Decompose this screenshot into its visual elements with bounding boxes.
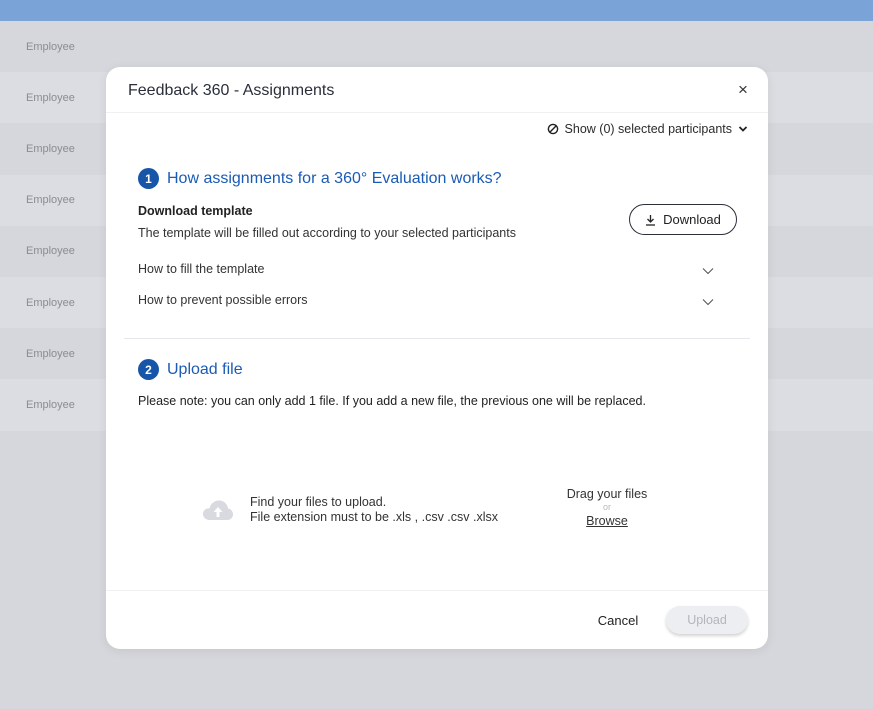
footer-divider xyxy=(106,590,768,591)
chevron-down-icon xyxy=(702,267,714,274)
drag-files-label: Drag your files xyxy=(566,487,648,501)
cancel-button[interactable]: Cancel xyxy=(586,606,650,634)
accordion-prevent-errors[interactable]: How to prevent possible errors xyxy=(138,289,718,311)
step-number-badge: 1 xyxy=(138,168,159,189)
close-icon: × xyxy=(738,80,748,99)
top-bar xyxy=(0,0,873,21)
download-button[interactable]: Download xyxy=(629,204,737,235)
cell-role: Employee xyxy=(26,142,75,155)
browse-link[interactable]: Browse xyxy=(586,514,628,528)
cloud-upload-icon xyxy=(203,500,233,520)
step-number-badge: 2 xyxy=(138,359,159,380)
cell-role: Employee xyxy=(26,245,75,258)
close-button[interactable]: × xyxy=(734,80,752,100)
accordion-label: How to prevent possible errors xyxy=(138,293,308,307)
table-row: Employee xyxy=(0,21,873,72)
download-icon xyxy=(646,214,656,226)
modal-header: Feedback 360 - Assignments × xyxy=(106,67,768,113)
file-requirements: Find your files to upload. File extensio… xyxy=(250,495,498,525)
file-extension-text: File extension must to be .xls , .csv .c… xyxy=(250,510,498,524)
find-files-text: Find your files to upload. xyxy=(250,495,387,509)
hide-icon xyxy=(547,123,558,135)
show-selected-participants-toggle[interactable]: Show (0) selected participants xyxy=(547,122,748,136)
cell-role: Employee xyxy=(26,91,75,104)
or-label: or xyxy=(602,502,611,512)
upload-button[interactable]: Upload xyxy=(666,606,748,634)
accordion-fill-template[interactable]: How to fill the template xyxy=(138,258,718,280)
drag-drop-area: Drag your files or Browse xyxy=(552,487,662,530)
cell-role: Employee xyxy=(26,40,75,53)
file-dropzone[interactable]: Find your files to upload. File extensio… xyxy=(202,487,647,537)
accordion-label: How to fill the template xyxy=(138,262,265,276)
download-template-title: Download template xyxy=(138,204,253,218)
cell-role: Employee xyxy=(26,194,75,207)
step-2-header: 2 Upload file xyxy=(138,359,243,380)
show-selected-label: Show (0) selected participants xyxy=(564,122,732,136)
assignments-modal: Feedback 360 - Assignments × Show (0) se… xyxy=(106,67,768,649)
chevron-down-icon xyxy=(738,126,748,132)
step-1-header: 1 How assignments for a 360° Evaluation … xyxy=(138,168,502,189)
section-divider xyxy=(124,338,750,339)
chevron-down-icon xyxy=(702,298,714,305)
cell-role: Employee xyxy=(26,347,75,360)
upload-note: Please note: you can only add 1 file. If… xyxy=(138,394,646,408)
download-template-description: The template will be filled out accordin… xyxy=(138,226,516,240)
modal-title: Feedback 360 - Assignments xyxy=(128,82,335,99)
step-title: How assignments for a 360° Evaluation wo… xyxy=(167,169,502,187)
download-label: Download xyxy=(663,212,721,227)
cell-role: Employee xyxy=(26,398,75,411)
cell-role: Employee xyxy=(26,296,75,309)
step-title: Upload file xyxy=(167,360,243,378)
